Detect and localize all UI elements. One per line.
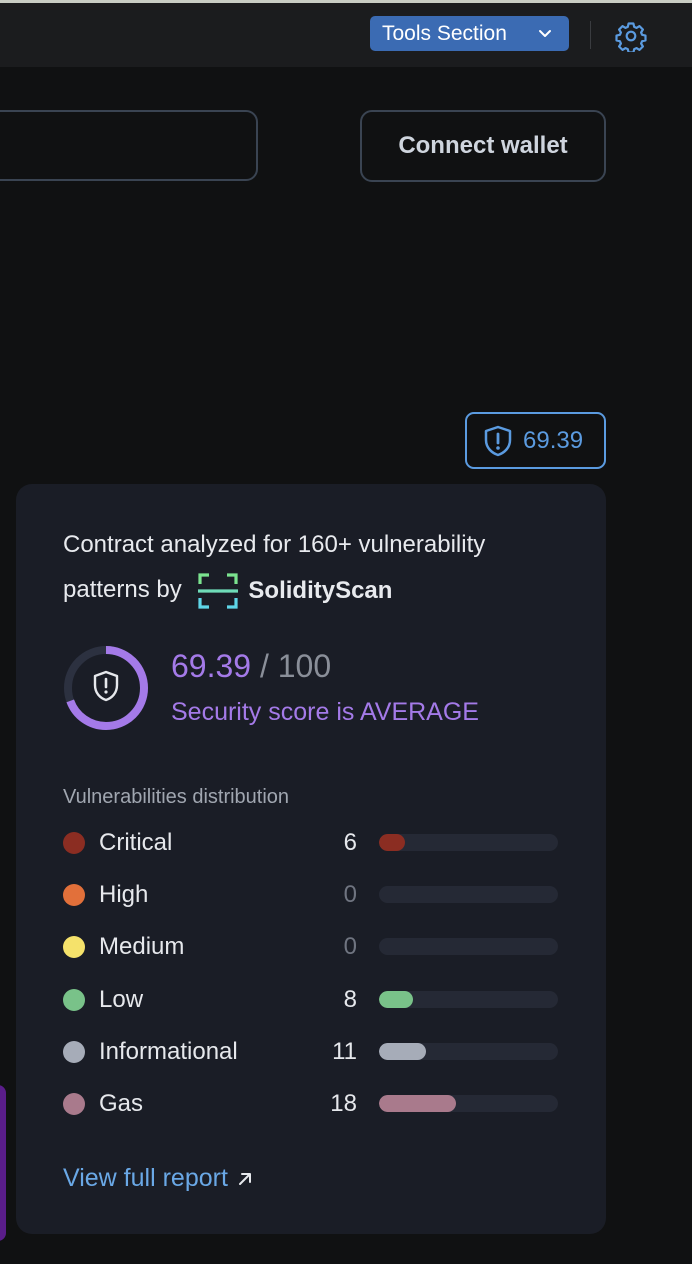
divider — [590, 21, 591, 49]
severity-bar-track — [379, 834, 558, 851]
severity-count: 18 — [330, 1090, 357, 1117]
tools-section-dropdown[interactable]: Tools Section — [370, 16, 569, 51]
severity-bar-fill — [379, 1095, 456, 1112]
vulnerability-row-high: High 0 — [63, 880, 563, 910]
solidityscan-brand: SolidityScan — [188, 568, 392, 613]
severity-bar-fill — [379, 834, 405, 851]
brand-name: SolidityScan — [248, 577, 393, 605]
vulnerability-row-informational: Informational 11 — [63, 1037, 563, 1067]
score-rating-text: Security score is AVERAGE — [171, 698, 479, 726]
score-max: / 100 — [259, 648, 332, 684]
chevron-down-icon — [539, 30, 551, 37]
security-score-chip[interactable]: 69.39 — [465, 412, 606, 469]
severity-bar-fill — [379, 990, 414, 1008]
vulnerability-row-gas: Gas 18 — [63, 1089, 563, 1119]
distribution-title: Vulnerabilities distribution — [63, 786, 290, 808]
severity-dot — [63, 1093, 85, 1115]
search-input[interactable] — [0, 110, 258, 181]
vulnerability-row-low: Low 8 — [63, 985, 563, 1015]
severity-dot — [63, 988, 85, 1011]
score-line: 69.39 / 100 — [171, 648, 331, 685]
severity-count: 11 — [332, 1037, 357, 1065]
connect-wallet-label: Connect wallet — [398, 132, 568, 159]
shield-icon — [484, 425, 512, 456]
severity-dot — [63, 832, 85, 854]
severity-bar-track — [379, 990, 558, 1008]
severity-bar-fill — [379, 1042, 426, 1060]
severity-count: 8 — [343, 985, 357, 1013]
severity-label: Critical — [99, 829, 173, 856]
external-arrow-icon — [238, 1172, 251, 1185]
severity-label: High — [99, 881, 149, 909]
solidityscan-logo-icon — [198, 573, 239, 609]
vulnerability-row-critical: Critical 6 — [63, 828, 563, 858]
severity-label: Medium — [99, 933, 185, 961]
severity-label: Gas — [99, 1090, 144, 1117]
severity-dot — [63, 884, 85, 907]
view-full-report-link[interactable]: View full report — [63, 1164, 254, 1193]
security-score-popover: Contract analyzed for 160+ vulnerability… — [16, 484, 606, 1234]
score-ring-chart — [64, 646, 148, 730]
gear-icon[interactable] — [615, 20, 647, 52]
severity-bar-track — [379, 886, 558, 904]
tools-section-label: Tools Section — [382, 21, 507, 45]
shield-icon — [93, 670, 119, 702]
top-bar: Tools Section — [0, 3, 692, 67]
score-chip-value: 69.39 — [523, 426, 584, 454]
side-widget-edge[interactable] — [0, 1085, 6, 1241]
analysis-intro: Contract analyzed for 160+ vulnerability… — [63, 522, 563, 613]
connect-wallet-button[interactable]: Connect wallet — [360, 110, 606, 182]
severity-bar-track — [379, 1095, 558, 1112]
vulnerability-row-medium: Medium 0 — [63, 932, 563, 962]
severity-label: Low — [99, 985, 144, 1013]
severity-bar-track — [379, 1042, 558, 1060]
severity-label: Informational — [99, 1037, 238, 1065]
score-value: 69.39 — [171, 648, 252, 684]
severity-dot — [63, 1040, 85, 1063]
severity-dot — [63, 936, 85, 959]
severity-bar-track — [379, 938, 558, 956]
severity-count: 0 — [343, 933, 357, 961]
severity-count: 6 — [343, 829, 357, 856]
severity-count: 0 — [343, 881, 357, 909]
report-link-label: View full report — [63, 1164, 228, 1192]
